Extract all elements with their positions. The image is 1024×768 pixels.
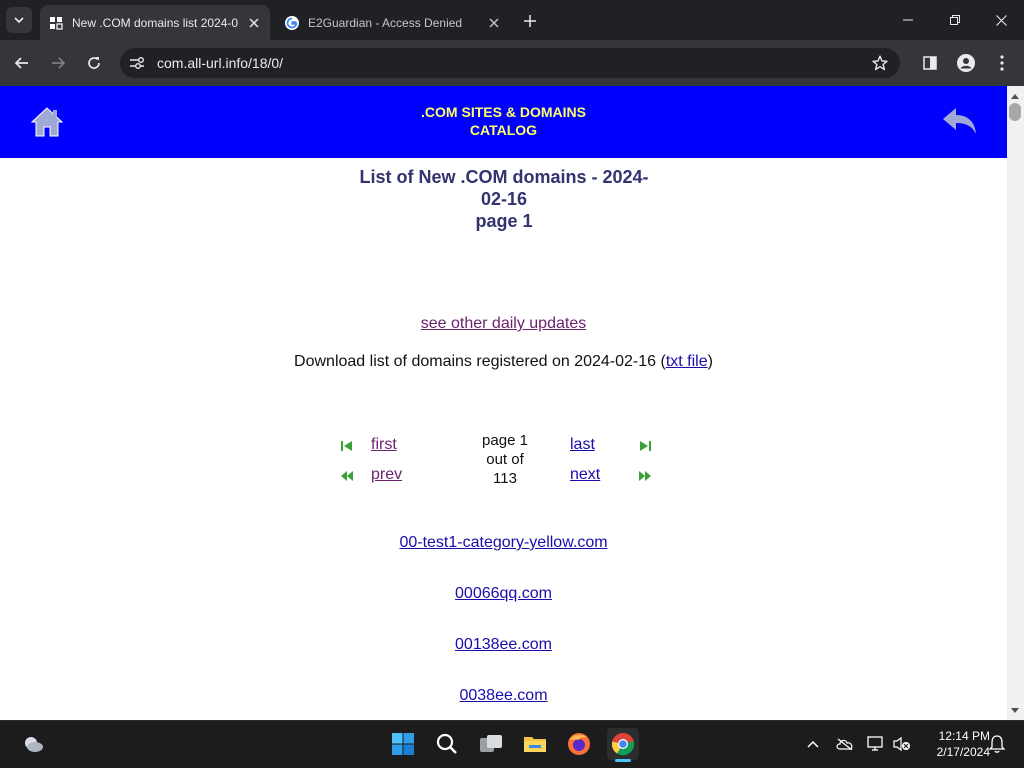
page-grid-icon [48,15,64,31]
scrollbar-thumb[interactable] [1009,103,1021,121]
tab-search-button[interactable] [6,7,32,33]
arrow-left-icon [14,57,28,69]
plus-icon [524,15,536,27]
back-button[interactable] [9,50,35,76]
system-clock[interactable]: 12:14 PM 2/17/2024 [918,728,990,760]
google-g-icon [284,15,300,31]
chrome-icon[interactable] [607,728,639,760]
page-viewport: .COM SITES & DOMAINS CATALOG List of New… [0,86,1007,720]
page-info-line2: out of [486,451,524,468]
url-text[interactable]: com.all-url.info/18/0/ [157,55,283,71]
arrow-right-icon [52,57,66,69]
new-tab-button[interactable] [518,9,542,33]
chevron-up-icon[interactable] [803,734,823,754]
scroll-down-icon[interactable] [1010,707,1020,715]
notification-bell-icon[interactable] [987,734,1007,754]
task-view-icon[interactable] [475,728,507,760]
kebab-menu-icon[interactable] [991,52,1013,74]
forward-button[interactable] [45,50,71,76]
volume-muted-icon[interactable] [892,734,912,754]
search-icon[interactable] [431,728,463,760]
reload-icon [88,57,100,69]
site-settings-icon[interactable] [129,55,145,71]
close-icon [995,14,1007,26]
close-icon[interactable] [246,15,262,31]
domain-link[interactable]: 00-test1-category-yellow.com [0,534,1007,552]
scroll-up-icon[interactable] [1010,92,1020,100]
tab-strip: New .COM domains list 2024-0 E2Guardian … [0,0,1024,40]
reload-button[interactable] [81,50,107,76]
page-title-line1: List of New .COM domains - 2024- [359,167,649,187]
start-icon[interactable] [387,728,419,760]
domain-link[interactable]: 0038ee.com [0,687,1007,705]
last-link[interactable]: last [570,436,595,454]
file-explorer-icon[interactable] [519,728,551,760]
site-banner: .COM SITES & DOMAINS CATALOG [0,86,1007,158]
profile-icon[interactable] [955,52,977,74]
txt-file-link[interactable]: txt file [666,353,708,370]
page-info-total: 113 [493,470,517,487]
last-page-icon[interactable] [638,439,652,451]
next-link[interactable]: next [570,466,600,484]
page-info: page 1 out of 113 [470,431,540,488]
minimize-icon [903,19,913,21]
download-line: Download list of domains registered on 2… [0,353,1007,371]
restore-button[interactable] [932,0,978,40]
first-link[interactable]: first [371,436,397,454]
chevron-down-icon [14,17,24,24]
close-window-button[interactable] [978,0,1024,40]
domain-link[interactable]: 00138ee.com [0,636,1007,654]
tab-inactive[interactable]: E2Guardian - Access Denied [276,5,510,40]
firefox-icon[interactable] [563,728,595,760]
page-title-line2: 02-16 [480,189,528,209]
first-page-icon[interactable] [340,439,354,451]
active-app-indicator [615,759,631,762]
onedrive-icon[interactable] [835,734,855,754]
restore-icon [950,15,960,25]
next-page-icon[interactable] [638,469,652,481]
minimize-button[interactable] [885,0,931,40]
clock-time: 12:14 PM [938,729,990,743]
tab-title: E2Guardian - Access Denied [308,15,463,30]
prev-link[interactable]: prev [371,466,402,484]
bookmark-star-icon[interactable] [871,54,889,72]
page-info-line1: page 1 [482,432,528,449]
close-icon[interactable] [486,15,502,31]
banner-title-line2: CATALOG [469,122,538,138]
tab-active[interactable]: New .COM domains list 2024-0 [40,5,270,40]
back-arrow-icon[interactable] [940,104,980,138]
side-panel-icon[interactable] [919,52,941,74]
vertical-scrollbar[interactable] [1007,86,1024,720]
tab-title: New .COM domains list 2024-0 [72,15,239,30]
page-number-title: page 1 [475,211,533,231]
banner-title-line1: .COM SITES & DOMAINS [421,104,586,120]
daily-updates-link[interactable]: see other daily updates [0,315,1007,333]
prev-page-icon[interactable] [340,469,354,481]
clock-date: 2/17/2024 [936,745,990,759]
widgets-weather-icon[interactable] [17,728,49,760]
domain-link[interactable]: 00066qq.com [0,585,1007,603]
download-suffix: ) [707,353,713,370]
network-icon[interactable] [866,734,886,754]
download-text: Download list of domains registered on 2… [294,353,666,370]
